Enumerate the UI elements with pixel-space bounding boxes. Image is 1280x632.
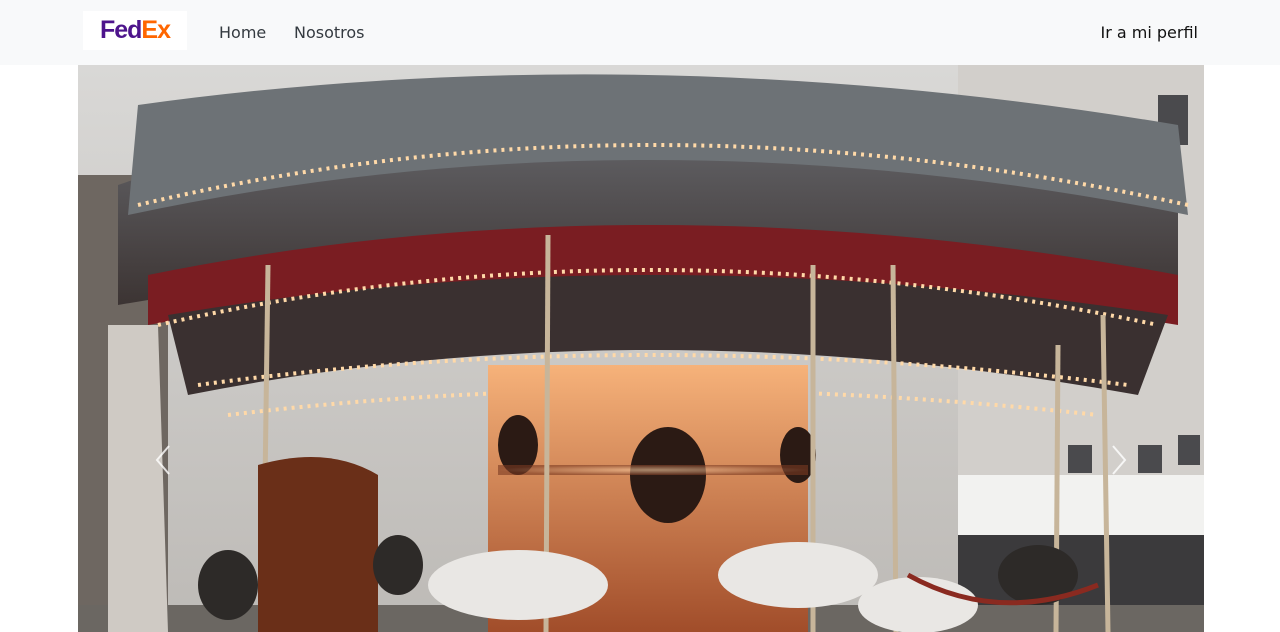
- nav-link-nosotros[interactable]: Nosotros: [294, 23, 365, 43]
- brand-logo[interactable]: FedEx: [83, 11, 187, 50]
- chevron-left-icon: [155, 445, 170, 475]
- chevron-right-icon: [1112, 445, 1127, 475]
- carousel-prev-button[interactable]: [148, 430, 178, 490]
- fedex-logo-icon: FedEx: [99, 16, 171, 44]
- nav-link-home[interactable]: Home: [219, 23, 266, 43]
- profile-link[interactable]: Ir a mi perfil: [1101, 23, 1199, 43]
- navbar: FedEx Home Nosotros Ir a mi perfil: [0, 0, 1280, 65]
- carousel-next-button[interactable]: [1104, 430, 1134, 490]
- carousel-slide-image: [78, 65, 1204, 632]
- carousel: [78, 65, 1204, 632]
